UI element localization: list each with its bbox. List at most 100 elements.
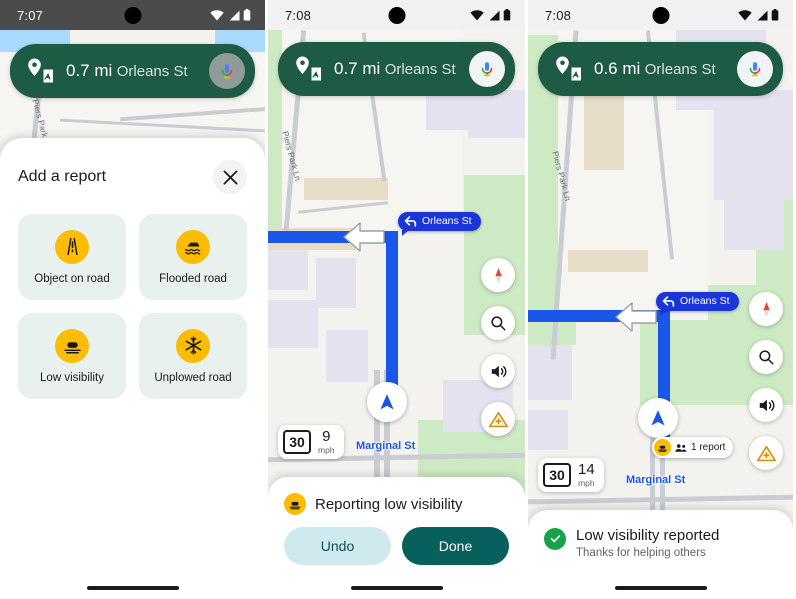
turn-left-arrow-icon — [404, 215, 417, 227]
report-card-unplowed-road[interactable]: Unplowed road — [139, 313, 247, 399]
turn-banner-label: Orleans St — [422, 215, 472, 227]
speed-unit: mph — [318, 445, 335, 455]
navigation-header-card[interactable]: 0.7 mi Orleans St — [10, 44, 255, 98]
front-camera-punch-hole — [388, 6, 405, 24]
home-indicator[interactable] — [86, 586, 179, 590]
navigation-header-card[interactable]: 0.6 mi Orleans St — [538, 42, 783, 96]
status-icons — [738, 9, 779, 21]
speed-limit-sign: 30 — [543, 462, 571, 487]
current-speed: 9 mph — [318, 429, 335, 455]
search-icon[interactable] — [481, 306, 515, 340]
map-building — [468, 90, 525, 138]
user-location-puck[interactable] — [367, 382, 407, 422]
map-controls — [481, 258, 515, 436]
front-camera-punch-hole — [124, 6, 141, 24]
destination-pin-icon — [296, 56, 321, 81]
signal-icon — [757, 10, 768, 20]
success-bottom-sheet: Low visibility reported Thanks for helpi… — [528, 509, 793, 599]
success-text: Low visibility reported Thanks for helpi… — [576, 526, 719, 560]
street-label-horizontal: Marginal St — [356, 440, 416, 452]
street-label-horizontal: Marginal St — [626, 474, 686, 486]
report-type-grid: Object on road Flooded road Low visibili… — [0, 200, 265, 399]
report-card-flooded-road[interactable]: Flooded road — [139, 214, 247, 300]
close-icon[interactable] — [213, 160, 247, 194]
navigation-street: Orleans St — [384, 61, 456, 79]
status-bar: 7:08 — [268, 0, 525, 30]
check-circle-icon — [544, 527, 566, 550]
destination-pin-icon — [28, 58, 53, 83]
navigation-header-card[interactable]: 0.7 mi Orleans St — [278, 42, 515, 96]
report-chip[interactable]: 1 report — [652, 437, 734, 458]
navigation-text: 0.7 mi Orleans St — [66, 60, 209, 82]
add-report-bottom-sheet: Add a report Object on road Flooded road… — [0, 138, 265, 599]
report-chip-label: 1 report — [691, 442, 726, 453]
home-indicator[interactable] — [350, 586, 443, 590]
unplowed-road-icon — [176, 328, 210, 363]
wifi-icon — [470, 9, 484, 20]
turn-banner[interactable]: Orleans St — [398, 212, 481, 236]
volume-on-icon[interactable] — [749, 388, 783, 422]
report-card-low-visibility[interactable]: Low visibility — [18, 313, 126, 399]
maneuver-arrow-icon — [343, 222, 385, 252]
done-button[interactable]: Done — [402, 527, 509, 565]
navigation-street: Orleans St — [644, 61, 716, 79]
volume-on-icon[interactable] — [481, 354, 515, 388]
people-icon — [675, 443, 687, 452]
reporting-title: Reporting low visibility — [315, 495, 463, 513]
map-building — [304, 178, 388, 200]
signal-icon — [229, 10, 240, 20]
status-icons — [470, 9, 511, 21]
speed-limit-sign: 30 — [283, 429, 311, 454]
low-visibility-icon — [654, 439, 671, 456]
home-indicator[interactable] — [614, 586, 707, 590]
status-bar: 7:07 — [0, 0, 265, 30]
success-title: Low visibility reported — [576, 526, 720, 544]
route-line — [386, 231, 398, 401]
status-time: 7:08 — [285, 7, 312, 23]
current-speed-value: 9 — [322, 428, 331, 445]
navigation-arrow-icon — [380, 394, 394, 410]
map-controls — [749, 292, 783, 470]
destination-pin-icon — [556, 56, 581, 81]
add-report-icon[interactable] — [481, 402, 515, 436]
search-icon[interactable] — [749, 340, 783, 374]
front-camera-punch-hole — [652, 6, 669, 24]
google-assistant-mic-icon[interactable] — [737, 51, 773, 87]
reporting-actions: Undo Done — [268, 515, 525, 565]
compass-icon[interactable] — [481, 258, 515, 292]
status-icons — [210, 9, 251, 21]
reporting-bottom-sheet: Reporting low visibility Undo Done — [268, 477, 525, 599]
battery-icon — [771, 9, 779, 21]
google-assistant-mic-icon[interactable] — [209, 53, 245, 89]
current-speed-value: 14 — [578, 461, 595, 478]
reporting-row: Reporting low visibility — [268, 477, 525, 515]
user-location-puck[interactable] — [638, 398, 678, 438]
undo-button[interactable]: Undo — [284, 527, 391, 565]
map-building — [326, 330, 368, 382]
panel-reporting-confirm: Orleans St Piers Park Ln Marginal St 7:0… — [265, 0, 525, 599]
turn-banner-label: Orleans St — [680, 295, 730, 307]
panel-add-report: Piers Park Ln 7:07 0.7 mi Orleans St Add… — [0, 0, 265, 599]
add-report-icon[interactable] — [749, 436, 783, 470]
flooded-road-icon — [176, 229, 210, 264]
map-building — [568, 250, 648, 272]
report-card-label: Object on road — [34, 272, 110, 285]
wifi-icon — [738, 9, 752, 20]
report-card-object-on-road[interactable]: Object on road — [18, 214, 126, 300]
google-assistant-mic-icon[interactable] — [469, 51, 505, 87]
navigation-street: Orleans St — [116, 63, 188, 81]
navigation-arrow-icon — [651, 410, 665, 426]
turn-banner[interactable]: Orleans St — [656, 292, 739, 316]
turn-left-arrow-icon — [662, 295, 675, 307]
sheet-header: Add a report — [0, 138, 265, 200]
report-card-label: Low visibility — [40, 371, 104, 384]
panel-reported-success: Orleans St Piers Park Ln Marginal St 1 r… — [525, 0, 793, 599]
battery-icon — [503, 9, 511, 21]
map-building — [316, 258, 356, 308]
compass-icon[interactable] — [749, 292, 783, 326]
battery-icon — [243, 9, 251, 21]
status-time: 7:07 — [17, 7, 44, 23]
map-building — [724, 140, 784, 250]
object-on-road-icon — [55, 229, 89, 264]
map-building — [528, 410, 568, 450]
